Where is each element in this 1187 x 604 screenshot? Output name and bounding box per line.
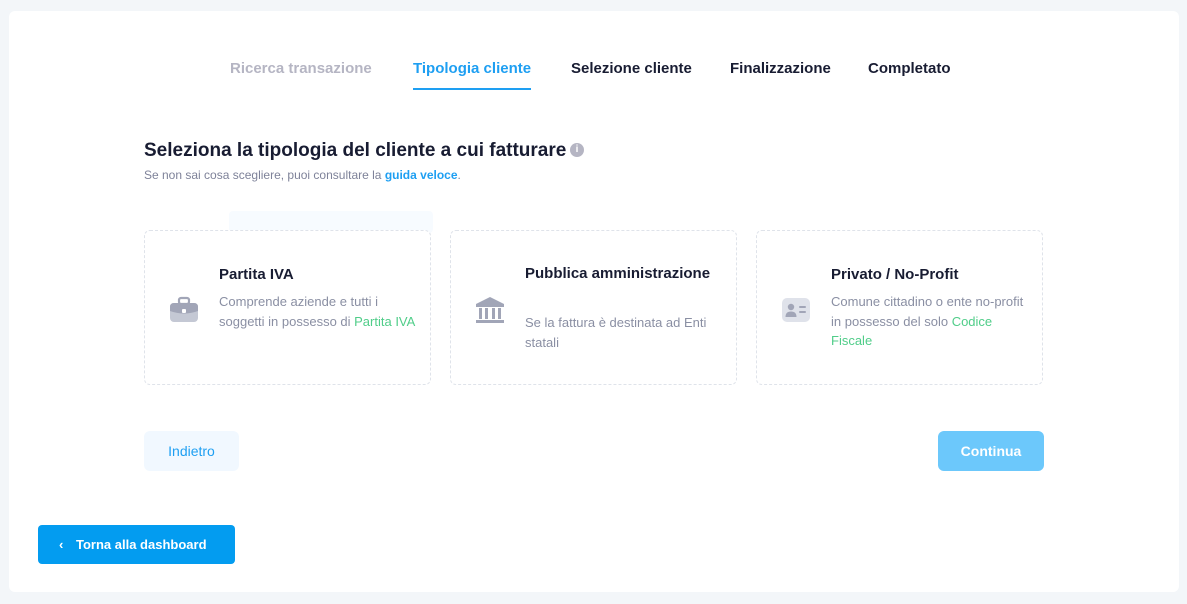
chevron-left-icon: ‹ xyxy=(59,537,64,552)
option-title: Partita IVA xyxy=(219,266,294,283)
page-subtitle: Se non sai cosa scegliere, puoi consulta… xyxy=(144,168,461,182)
option-title: Pubblica amministrazione xyxy=(525,265,711,282)
option-title: Privato / No-Profit xyxy=(831,266,959,283)
main-card: Ricerca transazione Tipologia cliente Se… xyxy=(9,11,1179,592)
step-completato[interactable]: Completato xyxy=(868,60,951,77)
briefcase-icon xyxy=(167,293,201,327)
id-card-icon xyxy=(779,293,813,327)
back-button[interactable]: Indietro xyxy=(144,431,239,471)
subtitle-text: Se non sai cosa scegliere, puoi consulta… xyxy=(144,168,385,182)
option-privato-no-profit[interactable]: Privato / No-Profit Comune cittadino o e… xyxy=(756,230,1043,385)
step-ricerca-transazione[interactable]: Ricerca transazione xyxy=(230,60,372,77)
option-pubblica-amministrazione[interactable]: Pubblica amministrazione Se la fattura è… xyxy=(450,230,737,385)
quick-guide-link[interactable]: guida veloce xyxy=(385,168,458,182)
option-desc-text: Comune cittadino o ente no-profit in pos… xyxy=(831,294,1024,329)
option-desc-highlight: Partita IVA xyxy=(354,313,416,329)
option-partita-iva[interactable]: Partita IVA Comprende aziende e tutti i … xyxy=(144,230,431,385)
step-tipologia-cliente[interactable]: Tipologia cliente xyxy=(413,60,532,90)
back-to-dashboard-button[interactable]: ‹ Torna alla dashboard xyxy=(38,525,235,564)
step-selezione-cliente[interactable]: Selezione cliente xyxy=(571,60,692,77)
option-description: Comune cittadino o ente no-profit in pos… xyxy=(831,292,1031,351)
subtitle-suffix: . xyxy=(457,168,461,182)
option-description: Comprende aziende e tutti i soggetti in … xyxy=(219,292,419,331)
stepper: Ricerca transazione Tipologia cliente Se… xyxy=(9,60,1179,104)
option-desc-text: Se la fattura è destinata ad Enti statal… xyxy=(525,315,707,350)
step-finalizzazione[interactable]: Finalizzazione xyxy=(730,60,831,77)
page-title: Seleziona la tipologia del cliente a cui… xyxy=(144,140,567,161)
info-icon[interactable]: i xyxy=(570,143,584,157)
bank-icon xyxy=(473,293,507,327)
option-description: Se la fattura è destinata ad Enti statal… xyxy=(525,313,725,352)
dashboard-button-label: Torna alla dashboard xyxy=(76,537,207,552)
continue-button[interactable]: Continua xyxy=(938,431,1044,471)
